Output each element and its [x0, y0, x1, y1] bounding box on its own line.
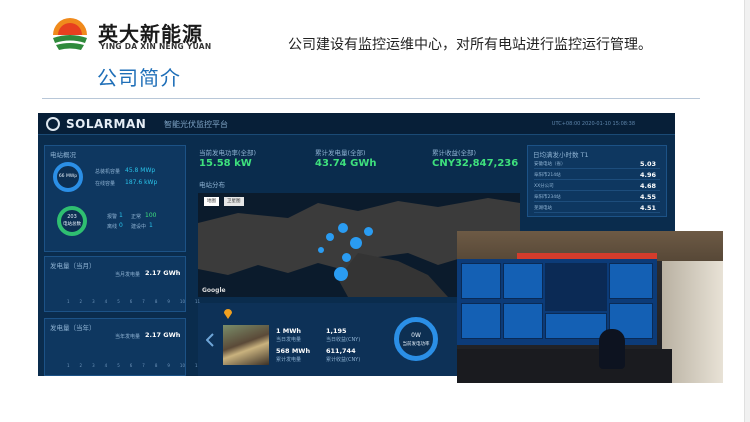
header-divider	[42, 98, 700, 99]
app-name: SOLARMAN	[66, 117, 147, 131]
control-room-photo	[457, 231, 723, 383]
brand-name-en: YING DA XIN NENG YUAN	[100, 42, 212, 51]
location-pin-icon	[224, 309, 232, 319]
company-logo	[52, 18, 88, 54]
overview-title: 电站概况	[50, 151, 76, 159]
monthly-generation-value: 2.17 GWh	[145, 269, 181, 277]
video-wall	[457, 259, 657, 345]
station-marker[interactable]	[364, 227, 373, 236]
station-marker[interactable]	[326, 233, 334, 241]
ranking-title: 日均满发小时数 T1	[533, 151, 589, 159]
station-marker[interactable]	[350, 237, 362, 249]
scroll-edge	[744, 0, 750, 422]
power-gauge: 0W 当前发电功率	[394, 317, 438, 361]
intro-paragraph: 公司建设有监控运维中心，对所有电站进行监控运行管理。	[288, 37, 652, 53]
kpi-power-title: 当前发电功率(全部)	[199, 149, 257, 157]
station-marker[interactable]	[338, 223, 348, 233]
solarman-logo-icon	[46, 117, 60, 131]
station-marker[interactable]	[334, 267, 348, 281]
yearly-generation-value: 2.17 GWh	[145, 331, 181, 339]
ranking-panel: 日均满发小时数 T1 安徽电站（省） 5.03 阜阳市214站 4.96 XX分公司…	[527, 145, 667, 217]
station-photo	[223, 325, 269, 365]
ranking-row: XX分公司 4.68	[534, 182, 660, 191]
map-title: 电站分布	[199, 181, 225, 189]
dashboard-timestamp: UTC+08:00 2020-01-10 15:08:38	[551, 121, 635, 127]
kpi-energy-value: 43.74 GWh	[315, 158, 377, 169]
kpi-power-value: 15.58 kW	[199, 158, 252, 169]
kpi-energy-title: 累计发电量(全部)	[315, 149, 366, 157]
station-marker[interactable]	[342, 253, 351, 262]
kpi-revenue-value: CNY32,847,236	[432, 158, 519, 169]
prev-arrow-icon[interactable]	[206, 333, 214, 347]
monthly-axis: 1 2 3 4 5 6 7 8 9 10 11	[67, 299, 201, 304]
section-title: 公司简介	[97, 66, 181, 90]
station-marker[interactable]	[318, 247, 324, 253]
map-tab-satellite[interactable]: 卫星图	[224, 197, 244, 206]
installed-capacity: 45.8 MWp	[125, 167, 156, 174]
station-count-ring: 203 电站总数	[57, 206, 87, 236]
operator-desk	[457, 349, 672, 383]
overview-panel: 电站概况 66 MWp 总装机容量 45.8 MWp 在线容量 187.6 kW…	[44, 145, 186, 252]
dashboard-topbar: SOLARMAN 智能光伏监控平台 UTC+08:00 2020-01-10 1…	[38, 113, 675, 135]
map-attribution: Google	[202, 287, 226, 294]
ranking-row: 芜湖电站 4.51	[534, 204, 660, 213]
ranking-row: 阜阳市234站 4.55	[534, 193, 660, 202]
yearly-generation-panel: 发电量（当年） 当年发电量 2.17 GWh 1234567891011	[44, 318, 200, 376]
kpi-revenue-title: 累计收益(全部)	[432, 149, 477, 157]
online-capacity: 187.6 kWp	[125, 179, 158, 186]
capacity-ring: 66 MWp	[53, 162, 83, 192]
ranking-row: 安徽电站（省） 5.03	[534, 160, 660, 169]
monthly-generation-panel: 发电量（当月） 当月发电量 2.17 GWh 1 2 3 4 5 6 7 8 9 10 11	[44, 256, 200, 312]
map-tab-map[interactable]: 地图	[204, 197, 219, 206]
app-subtitle: 智能光伏监控平台	[164, 120, 228, 129]
yearly-axis: 1234567891011	[67, 363, 200, 368]
operator-figure	[599, 329, 625, 369]
ranking-row: 阜阳市214站 4.96	[534, 171, 660, 180]
